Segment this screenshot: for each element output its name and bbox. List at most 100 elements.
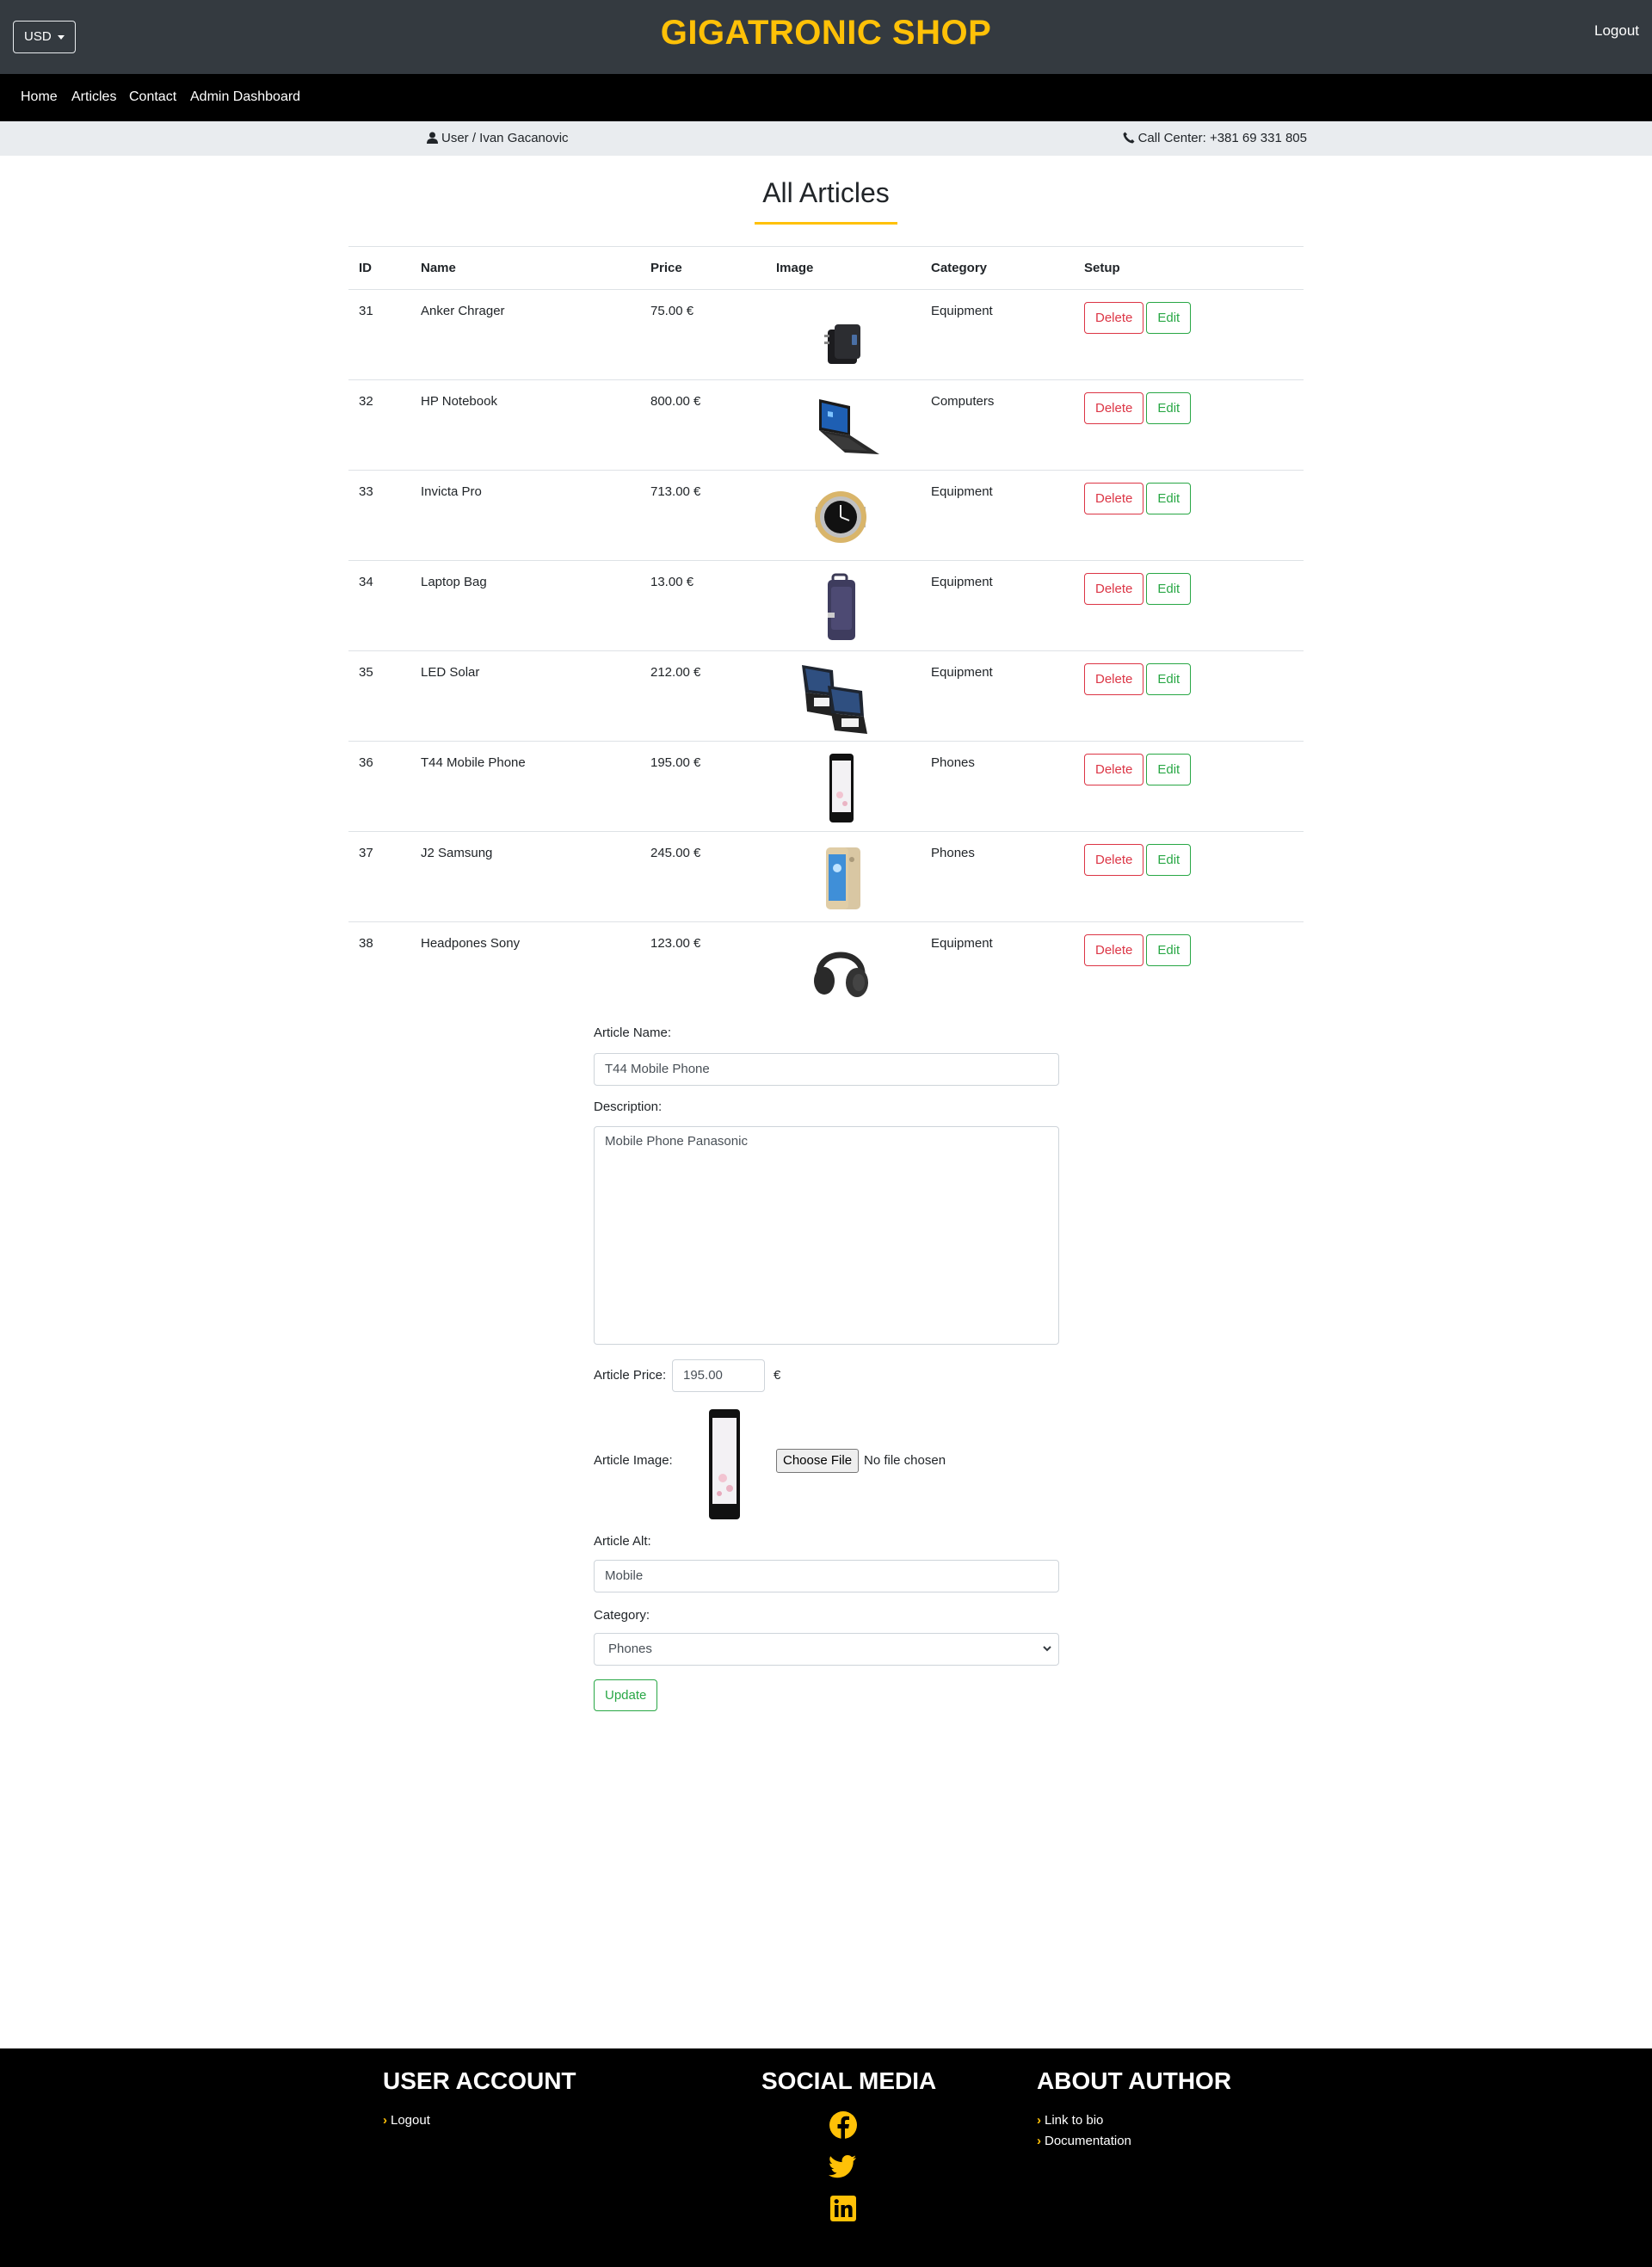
header-setup: Setup [1074, 246, 1304, 290]
articles-table: ID Name Price Image Category Setup 31 An… [348, 246, 1304, 1013]
header-name: Name [410, 246, 640, 290]
cell-category: Phones [921, 741, 1074, 832]
article-name-input[interactable]: T44 Mobile Phone [594, 1053, 1059, 1086]
cell-price: 75.00 € [640, 289, 766, 380]
cell-id: 37 [348, 831, 410, 922]
samsung-phone-image [826, 847, 860, 909]
bag-image [828, 573, 855, 640]
delete-button[interactable]: Delete [1084, 663, 1144, 695]
update-button[interactable]: Update [594, 1679, 658, 1711]
watch-image [815, 491, 866, 543]
linkedin-icon[interactable] [829, 2194, 858, 2223]
footer-logout-label: Logout [391, 2113, 430, 2128]
link-to-bio-label: Link to bio [1045, 2113, 1104, 2128]
top-header: USD GIGATRONIC SHOP Logout [0, 0, 1652, 74]
cell-price: 13.00 € [640, 560, 766, 651]
delete-button[interactable]: Delete [1084, 392, 1144, 424]
description-label: Description: [594, 1100, 663, 1114]
cell-price: 245.00 € [640, 831, 766, 922]
cell-id: 31 [348, 289, 410, 380]
logout-link[interactable]: Logout [1594, 22, 1639, 40]
header-image: Image [766, 246, 921, 290]
article-name-label: Article Name: [594, 1026, 672, 1040]
delete-button[interactable]: Delete [1084, 483, 1144, 514]
cell-id: 35 [348, 650, 410, 742]
about-author-title: ABOUT AUTHOR [1037, 2067, 1232, 2094]
description-textarea[interactable]: Mobile Phone Panasonic [594, 1126, 1059, 1345]
table-row: 36 T44 Mobile Phone 195.00 € Phones Dele… [348, 741, 1304, 832]
category-selected-value: Phones [608, 1642, 652, 1656]
delete-button[interactable]: Delete [1084, 754, 1144, 785]
cell-category: Equipment [921, 470, 1074, 561]
cell-name: J2 Samsung [410, 831, 640, 922]
cell-setup: Delete Edit [1074, 470, 1304, 561]
category-select[interactable]: Phones [594, 1633, 1059, 1666]
nav-home[interactable]: Home [21, 89, 58, 105]
chevron-down-icon [1043, 1646, 1051, 1652]
charger-image [824, 324, 860, 364]
cell-category: Equipment [921, 650, 1074, 742]
edit-button[interactable]: Edit [1146, 934, 1192, 966]
edit-button[interactable]: Edit [1146, 483, 1192, 514]
cell-name: Laptop Bag [410, 560, 640, 651]
facebook-icon[interactable] [829, 2110, 858, 2140]
cell-name: T44 Mobile Phone [410, 741, 640, 832]
cell-name: Invicta Pro [410, 470, 640, 561]
nav-contact[interactable]: Contact [129, 89, 176, 105]
cell-category: Equipment [921, 921, 1074, 1013]
article-alt-input[interactable]: Mobile [594, 1560, 1059, 1592]
edit-button[interactable]: Edit [1146, 302, 1192, 334]
category-label: Category: [594, 1608, 650, 1623]
edit-button[interactable]: Edit [1146, 392, 1192, 424]
cell-name: HP Notebook [410, 379, 640, 471]
cell-setup: Delete Edit [1074, 379, 1304, 471]
link-to-bio[interactable]: › Link to bio [1037, 2113, 1103, 2128]
edit-button[interactable]: Edit [1146, 663, 1192, 695]
cell-image [766, 289, 921, 380]
table-row: 38 Headpones Sony 123.00 € Equipment Del… [348, 921, 1304, 1013]
cell-id: 38 [348, 921, 410, 1013]
call-center-text: Call Center: +381 69 331 805 [1137, 131, 1307, 145]
title-underline [755, 222, 897, 225]
chevron-right-icon: › [1037, 2134, 1041, 2148]
delete-button[interactable]: Delete [1084, 934, 1144, 966]
delete-button[interactable]: Delete [1084, 302, 1144, 334]
article-price-input[interactable]: 195.00 [672, 1359, 765, 1392]
cell-setup: Delete Edit [1074, 741, 1304, 832]
cell-setup: Delete Edit [1074, 831, 1304, 922]
cell-price: 212.00 € [640, 650, 766, 742]
table-row: 37 J2 Samsung 245.00 € Phones Delete Edit [348, 831, 1304, 922]
cell-id: 33 [348, 470, 410, 561]
footer-logout-link[interactable]: › Logout [383, 2113, 430, 2128]
cell-image [766, 560, 921, 651]
edit-button[interactable]: Edit [1146, 573, 1192, 605]
edit-button[interactable]: Edit [1146, 844, 1192, 876]
nav-admin-dashboard[interactable]: Admin Dashboard [190, 89, 300, 105]
cell-image [766, 470, 921, 561]
documentation-link[interactable]: › Documentation [1037, 2134, 1131, 2148]
delete-button[interactable]: Delete [1084, 844, 1144, 876]
cell-setup: Delete Edit [1074, 650, 1304, 742]
cell-price: 123.00 € [640, 921, 766, 1013]
twitter-icon[interactable] [829, 2152, 858, 2181]
solar-light-image [802, 665, 867, 734]
header-category: Category [921, 246, 1074, 290]
nav-articles[interactable]: Articles [71, 89, 116, 105]
footer: USER ACCOUNT › Logout SOCIAL MEDIA ABOUT … [0, 2048, 1652, 2267]
cell-image [766, 831, 921, 922]
cell-id: 34 [348, 560, 410, 651]
cell-image [766, 650, 921, 742]
info-bar: User / Ivan Gacanovic Call Center: +381 … [0, 121, 1652, 156]
delete-button[interactable]: Delete [1084, 573, 1144, 605]
table-header-row: ID Name Price Image Category Setup [348, 246, 1304, 290]
cell-image [766, 921, 921, 1013]
social-media-title: SOCIAL MEDIA [761, 2067, 937, 2094]
edit-button[interactable]: Edit [1146, 754, 1192, 785]
chevron-right-icon: › [1037, 2113, 1041, 2128]
choose-file-button[interactable]: Choose File [776, 1449, 860, 1473]
header-id: ID [348, 246, 410, 290]
chevron-right-icon: › [383, 2113, 387, 2128]
page-title: All Articles [762, 177, 890, 208]
phone-icon [1123, 132, 1135, 144]
table-row: 33 Invicta Pro 713.00 € Equipment Delete… [348, 470, 1304, 561]
